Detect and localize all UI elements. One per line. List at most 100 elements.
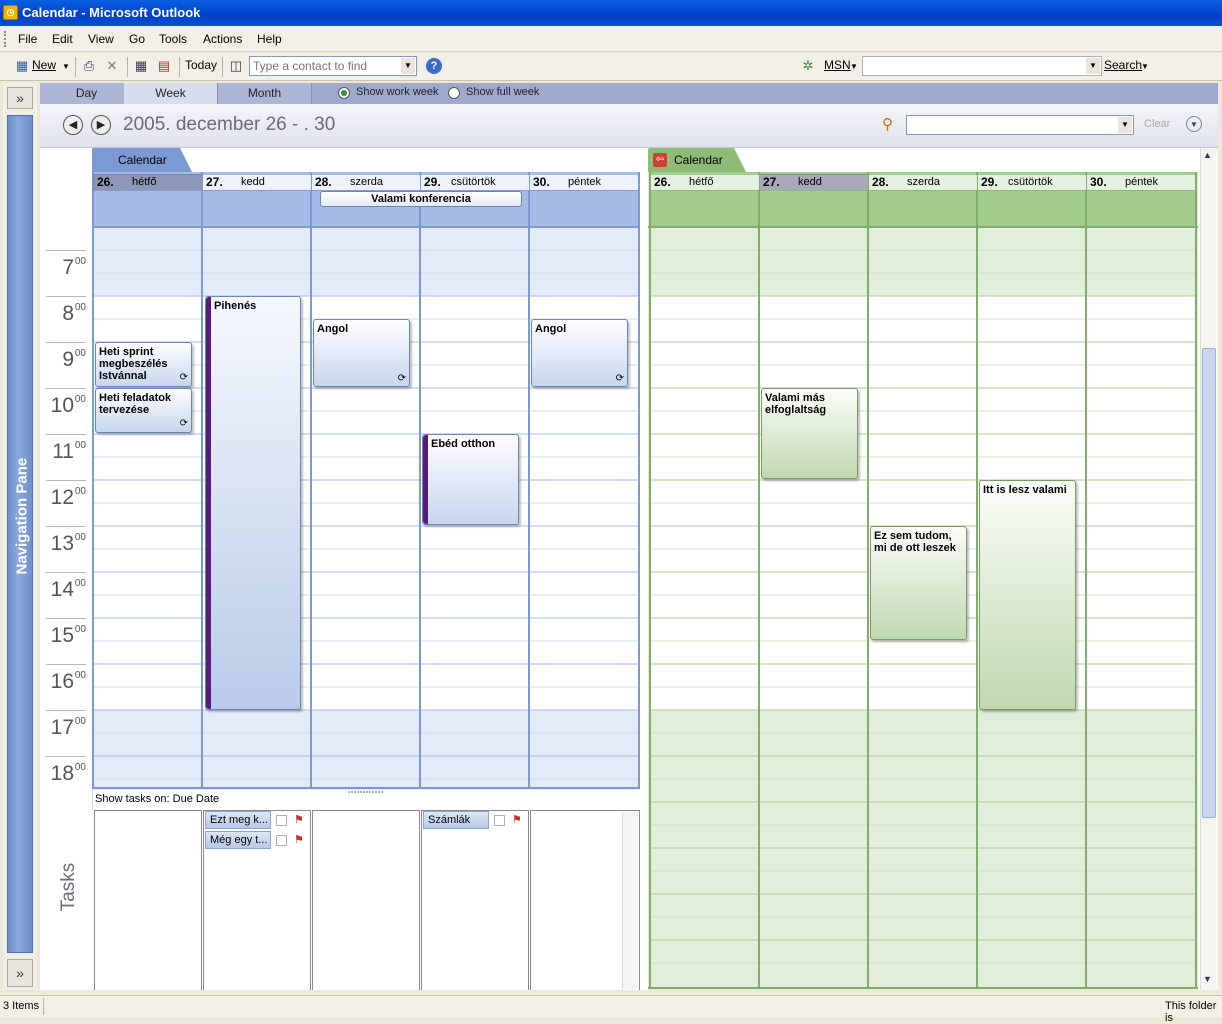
search-magnifier-icon: ⚲ [882,116,893,133]
calendar-grid-icon[interactable]: ▦ [14,58,30,74]
calendar-tab-blue[interactable]: Calendar [92,149,167,172]
navigation-pane: » Navigation Pane » [3,83,37,990]
msn-button[interactable]: MSN [824,58,851,72]
navigation-pane-bar[interactable]: Navigation Pane [7,115,33,953]
expand-navigation-pane-button[interactable]: » [7,87,33,109]
event-heti-sprint[interactable]: Heti sprint megbeszélés Istvánnal ⟳ [95,342,192,387]
follow-up-flag-icon[interactable]: ⚑ [294,813,304,826]
day-header[interactable]: 30. péntek [1087,175,1195,191]
menu-file[interactable]: File [18,32,37,46]
tab-week[interactable]: Week [124,83,218,104]
search-dropdown-icon[interactable]: ▼ [1141,62,1149,71]
task-item[interactable]: Ezt meg k... [205,811,271,829]
expand-search-icon[interactable]: ▼ [1186,116,1202,132]
task-complete-checkbox[interactable] [276,815,287,826]
date-header: ◀ ▶ 2005. december 26 - . 30 ⚲ ▼ Clear ▼ [40,104,1218,148]
all-day-event[interactable]: Valami konferencia [320,191,522,207]
task-complete-checkbox[interactable] [494,815,505,826]
chevron-down-icon[interactable]: ▼ [401,58,415,74]
menu-tools[interactable]: Tools [159,32,187,46]
day-header[interactable]: 27. kedd [203,175,311,191]
new-dropdown-icon[interactable]: ▼ [62,62,70,71]
day-header[interactable]: 29. csütörtök [421,175,529,191]
event-valami-mas[interactable]: Valami más elfoglaltság [761,388,858,479]
menu-go[interactable]: Go [129,32,145,46]
chevron-down-icon[interactable]: ▼ [1118,117,1132,133]
menu-grip [4,31,6,47]
follow-up-flag-icon[interactable]: ⚑ [294,833,304,846]
new-button[interactable]: New [32,58,56,72]
address-book-icon[interactable]: ◫ [228,58,244,74]
day-header[interactable]: 28. szerda [312,175,420,191]
recurrence-icon: ⟳ [615,373,624,384]
event-ebed-otthon[interactable]: Ebéd otthon [422,434,519,525]
tab-month[interactable]: Month [218,83,312,104]
day-header[interactable]: 26. hétfő [94,175,202,191]
previous-week-button[interactable]: ◀ [63,115,83,135]
time-ruler: 7 00 8 00 9 00 10 00 11 00 12 00 13 00 14 00 15 0… [40,148,93,990]
scrollbar-thumb[interactable] [1202,348,1216,818]
scroll-down-icon[interactable]: ▼ [1203,974,1212,984]
status-separator [43,998,44,1015]
folder-status: This folder is [1165,1000,1217,1024]
toolbar-separator [179,57,180,77]
vertical-scrollbar[interactable]: ▲ ▼ [1200,148,1217,990]
title-bar: ◷ Calendar - Microsoft Outlook [0,0,1222,26]
hour-label: 13 00 [46,526,86,572]
scroll-up-icon[interactable]: ▲ [1203,150,1212,160]
find-contact-input[interactable] [250,57,400,75]
hour-label: 11 00 [46,434,86,480]
hour-label: 10 00 [46,388,86,434]
event-itt-is-lesz[interactable]: Itt is lesz valami [979,480,1076,710]
day-header[interactable]: 27. kedd [760,175,868,191]
hour-label: 14 00 [46,572,86,618]
menu-view[interactable]: View [88,32,114,46]
month-view-icon[interactable]: ▤ [156,58,172,74]
menu-help[interactable]: Help [257,32,282,46]
event-pihenes[interactable]: Pihenés [205,296,301,710]
task-item[interactable]: Számlák [423,811,489,829]
find-contact-box: ▼ [249,56,417,76]
search-button[interactable]: Search [1104,58,1142,72]
recurrence-icon: ⟳ [179,418,188,429]
show-work-week-label[interactable]: Show work week [356,86,439,98]
view-grid-icon[interactable]: ▦ [133,58,149,74]
event-angol[interactable]: Angol ⟳ [313,319,410,387]
day-header[interactable]: 28. szerda [869,175,977,191]
expand-chevron-icon[interactable]: » [7,959,33,987]
task-item[interactable]: Még egy t... [205,831,271,849]
event-ez-sem-tudom[interactable]: Ez sem tudom, mi de ott leszek [870,526,967,640]
tasks-scrollbar[interactable] [622,812,638,989]
today-button[interactable]: Today [185,58,217,72]
calendar-search-input[interactable]: ▼ [906,115,1134,135]
show-full-week-label[interactable]: Show full week [466,86,539,98]
delete-icon[interactable]: ✕ [104,58,120,74]
day-header[interactable]: 26. hétfő [651,175,759,191]
event-heti-feladatok[interactable]: Heti feladatok tervezése ⟳ [95,388,192,433]
help-icon[interactable]: ? [426,58,442,74]
show-full-week-radio[interactable] [448,87,460,99]
msn-search-box[interactable]: ▼ [862,56,1102,76]
msn-dropdown-icon[interactable]: ▼ [850,62,858,71]
day-header[interactable]: 30. péntek [530,175,638,191]
menu-actions[interactable]: Actions [203,32,242,46]
msn-butterfly-icon: ✲ [802,58,814,73]
event-angol[interactable]: Angol ⟳ [531,319,628,387]
show-work-week-radio[interactable] [338,87,350,99]
recurrence-icon: ⟳ [397,373,406,384]
hour-label: 17 00 [46,710,86,756]
tasks-label: Tasks [58,862,79,912]
print-icon[interactable]: ⎙ [81,58,97,74]
chevron-down-icon[interactable]: ▼ [1086,58,1100,74]
clear-search-button[interactable]: Clear [1144,118,1170,130]
hour-label: 9 00 [46,342,86,388]
tab-day[interactable]: Day [40,83,134,104]
calendar-tab-green[interactable]: Calendar [648,149,723,172]
follow-up-flag-icon[interactable]: ⚑ [512,813,522,826]
recurrence-icon: ⟳ [179,372,188,383]
task-complete-checkbox[interactable] [276,835,287,846]
hour-label: 15 00 [46,618,86,664]
day-header[interactable]: 29. csütörtök [978,175,1086,191]
menu-edit[interactable]: Edit [52,32,73,46]
next-week-button[interactable]: ▶ [91,115,111,135]
